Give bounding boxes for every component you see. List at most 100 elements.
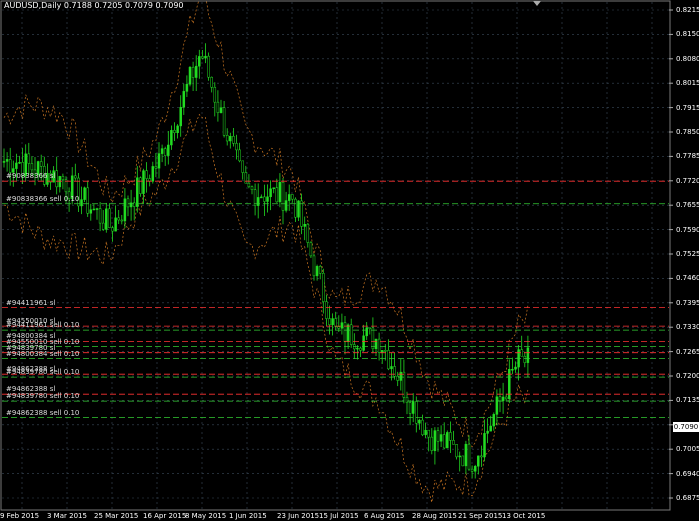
candle-body [380,350,384,353]
candle-body [157,153,161,169]
candle-body [486,430,489,434]
candle-body [418,419,421,424]
candle-body [176,125,179,134]
candle-body [495,396,499,415]
candle-body [105,208,108,230]
candle-body [411,401,415,414]
candle-body [470,468,474,472]
date-tick-label: 15 Jul 2015 [319,512,359,520]
candle-body [269,188,272,198]
candle-body [210,76,213,88]
price-chart[interactable]: AUDUSD,Daily 0.7188 0.7205 0.7079 0.7090… [0,0,699,521]
price-tick-label: 0.7395 [676,298,699,307]
candle-body [446,432,449,449]
candle-body [436,430,440,442]
candle-body [188,66,192,85]
plot-border [0,0,671,511]
candle-body [421,419,424,436]
candle-body [244,172,248,184]
price-tick-label: 0.7265 [676,347,699,356]
candle-body [480,455,483,458]
candle-body [95,208,99,210]
candle-body [8,159,12,173]
date-tick-label: 6 Aug 2015 [364,512,405,520]
candle-body [201,56,204,59]
date-tick-label: 23 Jun 2015 [277,512,320,520]
price-tick-label: 0.8150 [676,30,699,39]
candle-body [61,176,65,180]
order-level-label: #90838366 sl [6,172,56,181]
candle-body [504,396,508,400]
price-tick-label: 0.6875 [676,494,699,502]
candle-body [455,444,458,458]
date-tick-label: 13 Oct 2015 [502,512,546,520]
candle-body [399,371,403,381]
candle-body [154,166,158,169]
candle-body [328,318,331,325]
candle-body [408,402,412,414]
candle-body [160,148,164,154]
candle-body [213,87,217,103]
candle-body [294,198,297,218]
order-level-label: #94862388 sell 0.10 [6,408,80,417]
candle-body [384,350,387,352]
candle-body [483,433,486,458]
candle-body [114,217,117,232]
candle-body [501,396,505,402]
price-tick-label: 0.7135 [676,396,699,405]
candle-body [139,177,142,194]
price-tick-label: 0.7720 [676,176,699,185]
candle-body [207,55,210,78]
ohlc-readout: AUDUSD,Daily 0.7188 0.7205 0.7079 0.7090 [4,1,184,10]
chart-canvas[interactable] [0,0,699,521]
date-tick-label: 8 May 2015 [185,512,227,520]
candle-body [179,106,182,127]
candle-body [365,327,368,337]
candle-body [362,335,365,351]
candle-body [368,327,372,330]
price-tick-label: 0.8080 [676,54,699,63]
candle-body [55,170,58,188]
candle-body [315,266,319,277]
candle-body [260,196,263,199]
candle-body [256,197,260,206]
candle-body [387,350,390,370]
chart-shift-marker[interactable] [533,1,541,6]
candle-body [275,187,279,203]
candle-body [322,273,325,302]
candle-body [142,170,145,194]
price-tick-label: 0.7330 [676,323,699,332]
order-level-label: #94411961 sell 0.10 [6,321,80,330]
candle-body [281,182,285,211]
candle-body [343,322,347,343]
date-tick-label: 25 Mar 2015 [94,512,139,520]
candle-body [170,130,173,146]
candle-body [325,301,328,319]
price-tick-label: 0.6940 [676,469,699,478]
candle-body [477,455,480,467]
price-tick-label: 0.7460 [676,274,699,283]
candle-body [151,166,155,182]
candle-body [182,91,186,108]
candle-body [498,396,502,402]
candle-body [111,227,114,232]
price-tick-label: 0.8015 [676,79,699,88]
candle-body [136,177,139,207]
candle-body [433,430,437,451]
candle-body [306,223,310,243]
candle-body [229,136,232,142]
candle-body [309,242,313,257]
candle-body [173,130,176,134]
band-upper [3,0,529,448]
candle-body [232,136,235,144]
candle-body [371,327,375,350]
candle-body [83,187,86,200]
candle-body [427,429,430,438]
date-tick-label: 3 Mar 2015 [47,512,87,520]
candle-body [219,107,223,113]
candle-body [473,465,477,472]
price-tick-label: 0.7525 [676,250,699,258]
current-price-badge: 0.7090 [673,422,699,432]
order-level-label: #94839780 sell 0.10 [6,368,80,377]
candle-body [452,440,455,445]
